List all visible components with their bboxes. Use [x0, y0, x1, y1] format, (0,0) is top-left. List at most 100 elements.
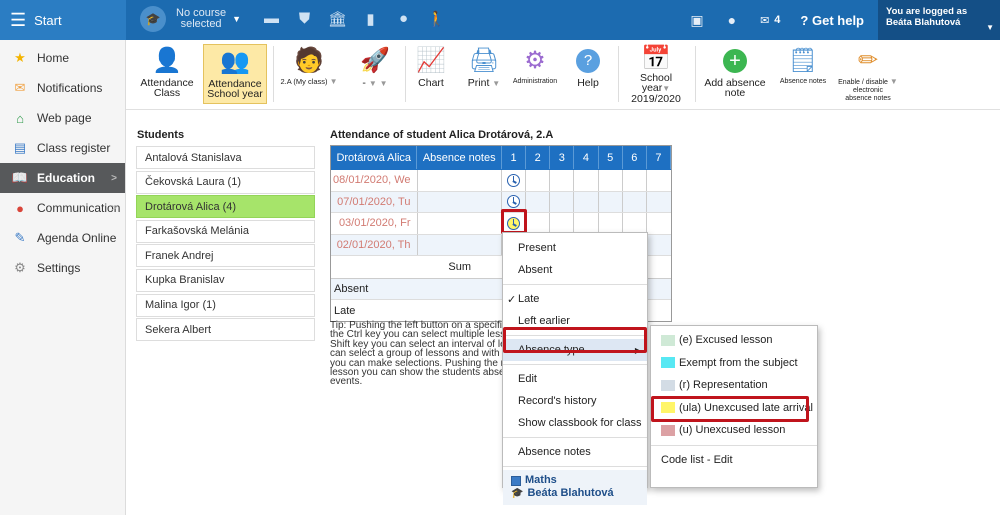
lesson-cell[interactable] [623, 170, 647, 191]
submenu-item-unexcused[interactable]: (u) Unexcused lesson [651, 419, 817, 442]
chat-bubble-icon[interactable]: ● [728, 12, 736, 28]
submenu-item-representation[interactable]: (r) Representation [651, 374, 817, 397]
sidebar-item-label: Agenda Online [37, 231, 117, 245]
student-item[interactable]: Čekovská Laura (1) [136, 170, 315, 194]
color-swatch [661, 357, 675, 369]
lesson-cell[interactable] [550, 213, 575, 234]
submenu-label: (e) Excused lesson [679, 334, 773, 347]
student-item[interactable]: Kupka Branislav [136, 268, 315, 292]
lesson-cell[interactable] [574, 213, 599, 234]
lesson-header: 3 [550, 146, 575, 169]
add-absence-note-button[interactable]: + Add absence note [702, 44, 768, 104]
course-selector[interactable]: 🎓 No course selected ▼ [140, 6, 241, 32]
submenu-item-excused[interactable]: (e) Excused lesson [651, 329, 817, 352]
messages-count: 4 [774, 14, 781, 26]
menu-item-late[interactable]: Late [503, 288, 647, 310]
student-item[interactable]: Farkašovská Melánia [136, 219, 315, 243]
submenu-item-exempt[interactable]: Exempt from the subject [651, 352, 817, 375]
notes-cell[interactable] [418, 234, 502, 255]
class-select[interactable]: 🧑 2.A (My class) ▼ [280, 44, 338, 104]
lesson-cell[interactable] [550, 191, 575, 212]
menu-item-classbook[interactable]: Show classbook for class [503, 412, 647, 434]
calendar-icon: 📅 [641, 44, 671, 72]
enable-label3: absence notes [845, 95, 891, 102]
sidebar-item-agenda-online[interactable]: ✎ Agenda Online [0, 223, 125, 253]
student-item-selected[interactable]: Drotárová Alica (4) [136, 195, 315, 219]
get-help-button[interactable]: ? Get help [800, 13, 864, 28]
lesson-info: Maths 🎓 Beáta Blahutová [503, 470, 647, 505]
lesson-cell[interactable] [574, 170, 599, 191]
lesson-cell[interactable] [623, 191, 647, 212]
user-menu[interactable]: You are logged as Beáta Blahutová ▼ [878, 0, 1000, 40]
clock-icon[interactable] [507, 173, 521, 187]
lesson-cell[interactable] [647, 213, 671, 234]
badge-icon[interactable]: ● [394, 10, 413, 28]
enable-disable-notes-button[interactable]: ✏ Enable / disable ▼ electronic absence … [837, 44, 899, 104]
menu-item-absence-notes[interactable]: Absence notes [503, 441, 647, 463]
screen-icon[interactable]: ▣ [690, 12, 703, 29]
sidebar-item-settings[interactable]: ⚙ Settings [0, 253, 125, 283]
notes-cell[interactable] [418, 191, 502, 212]
lesson-cell[interactable] [599, 191, 623, 212]
sidebar-item-class-register[interactable]: ▤ Class register [0, 133, 125, 163]
attendance-school-year-button[interactable]: 👥 Attendance School year [203, 44, 267, 104]
student-item[interactable]: Sekera Albert [136, 318, 315, 342]
student-item[interactable]: Antalová Stanislava [136, 146, 315, 169]
lesson-cell[interactable] [502, 170, 527, 191]
bar-chart-icon[interactable]: ▮ [361, 10, 380, 28]
attendance-class-icon: 👤 [152, 47, 182, 74]
school-year-label2: 2019/2020 [631, 93, 681, 105]
help-button[interactable]: ? Help [570, 44, 606, 104]
question-icon: ? [576, 44, 600, 78]
lesson-cell[interactable] [599, 213, 623, 234]
column-header-student: Drotárová Alica [331, 146, 418, 169]
envelope-icon: ✉ [14, 80, 26, 95]
clock-icon[interactable] [507, 195, 521, 209]
chat-icon: ● [16, 200, 24, 216]
sidebar-item-web-page[interactable]: ⌂ Web page [0, 103, 125, 133]
menu-item-present[interactable]: Present [503, 237, 647, 259]
lesson-cell[interactable] [647, 170, 671, 191]
sidebar-item-notifications[interactable]: ✉ Notifications [0, 73, 125, 103]
submenu-item-code-list[interactable]: Code list - Edit [651, 449, 817, 472]
lesson-cell[interactable] [550, 170, 575, 191]
lesson-cell[interactable] [526, 213, 551, 234]
lesson-cell[interactable] [647, 235, 671, 256]
lesson-cell[interactable] [599, 170, 623, 191]
lesson-cell[interactable] [526, 170, 551, 191]
lesson-cell[interactable] [574, 191, 599, 212]
start-menu-button[interactable]: ☰ Start [0, 0, 126, 40]
sidebar-item-label: Web page [37, 111, 92, 125]
sidebar-item-education[interactable]: 📖 Education > [0, 163, 125, 193]
attendance-class-button[interactable]: 👤 Attendance Class [140, 44, 194, 104]
messages-button[interactable]: ✉ 4 [760, 14, 780, 27]
dash-select[interactable]: 🚀 - ▼ ▼ [351, 44, 399, 104]
printer-icon: 🖨 [468, 47, 500, 74]
top-bar: ☰ Start 🎓 No course selected ▼ ▬ ⛊ 🏛 ▮ ●… [0, 0, 1000, 40]
sidebar-item-communication[interactable]: ● Communication > [0, 193, 125, 223]
briefcase-icon[interactable]: ▬ [262, 10, 281, 28]
student-item[interactable]: Malina Igor (1) [136, 293, 315, 317]
notes-cell[interactable] [418, 170, 502, 191]
walking-icon[interactable]: 🚶 [427, 10, 446, 28]
attendance-heading: Attendance of student Alica Drotárová, 2… [330, 129, 554, 141]
lesson-cell[interactable] [526, 191, 551, 212]
absence-notes-button[interactable]: 🗒 Absence notes [774, 44, 832, 104]
menu-item-edit[interactable]: Edit [503, 368, 647, 390]
menu-item-absent[interactable]: Absent [503, 259, 647, 281]
sidebar-item-home[interactable]: ★ Home [0, 43, 125, 73]
school-year-select[interactable]: 📅 School year▼ 2019/2020 [626, 44, 686, 104]
bank-icon[interactable]: 🏛 [328, 10, 347, 28]
menu-item-history[interactable]: Record's history [503, 390, 647, 412]
lesson-cell[interactable] [647, 192, 671, 213]
chart-button[interactable]: 📈 Chart [411, 44, 451, 104]
color-swatch [661, 379, 675, 391]
student-item[interactable]: Franek Andrej [136, 244, 315, 268]
administration-button[interactable]: ⚙ Administration [510, 44, 560, 104]
administration-label: Administration [512, 78, 558, 85]
print-button[interactable]: 🖨 Print ▼ [459, 44, 509, 104]
notes-cell[interactable] [418, 213, 502, 234]
shield-icon[interactable]: ⛊ [295, 10, 314, 28]
chevron-right-icon: > [111, 202, 117, 214]
lesson-cell[interactable] [623, 213, 647, 234]
